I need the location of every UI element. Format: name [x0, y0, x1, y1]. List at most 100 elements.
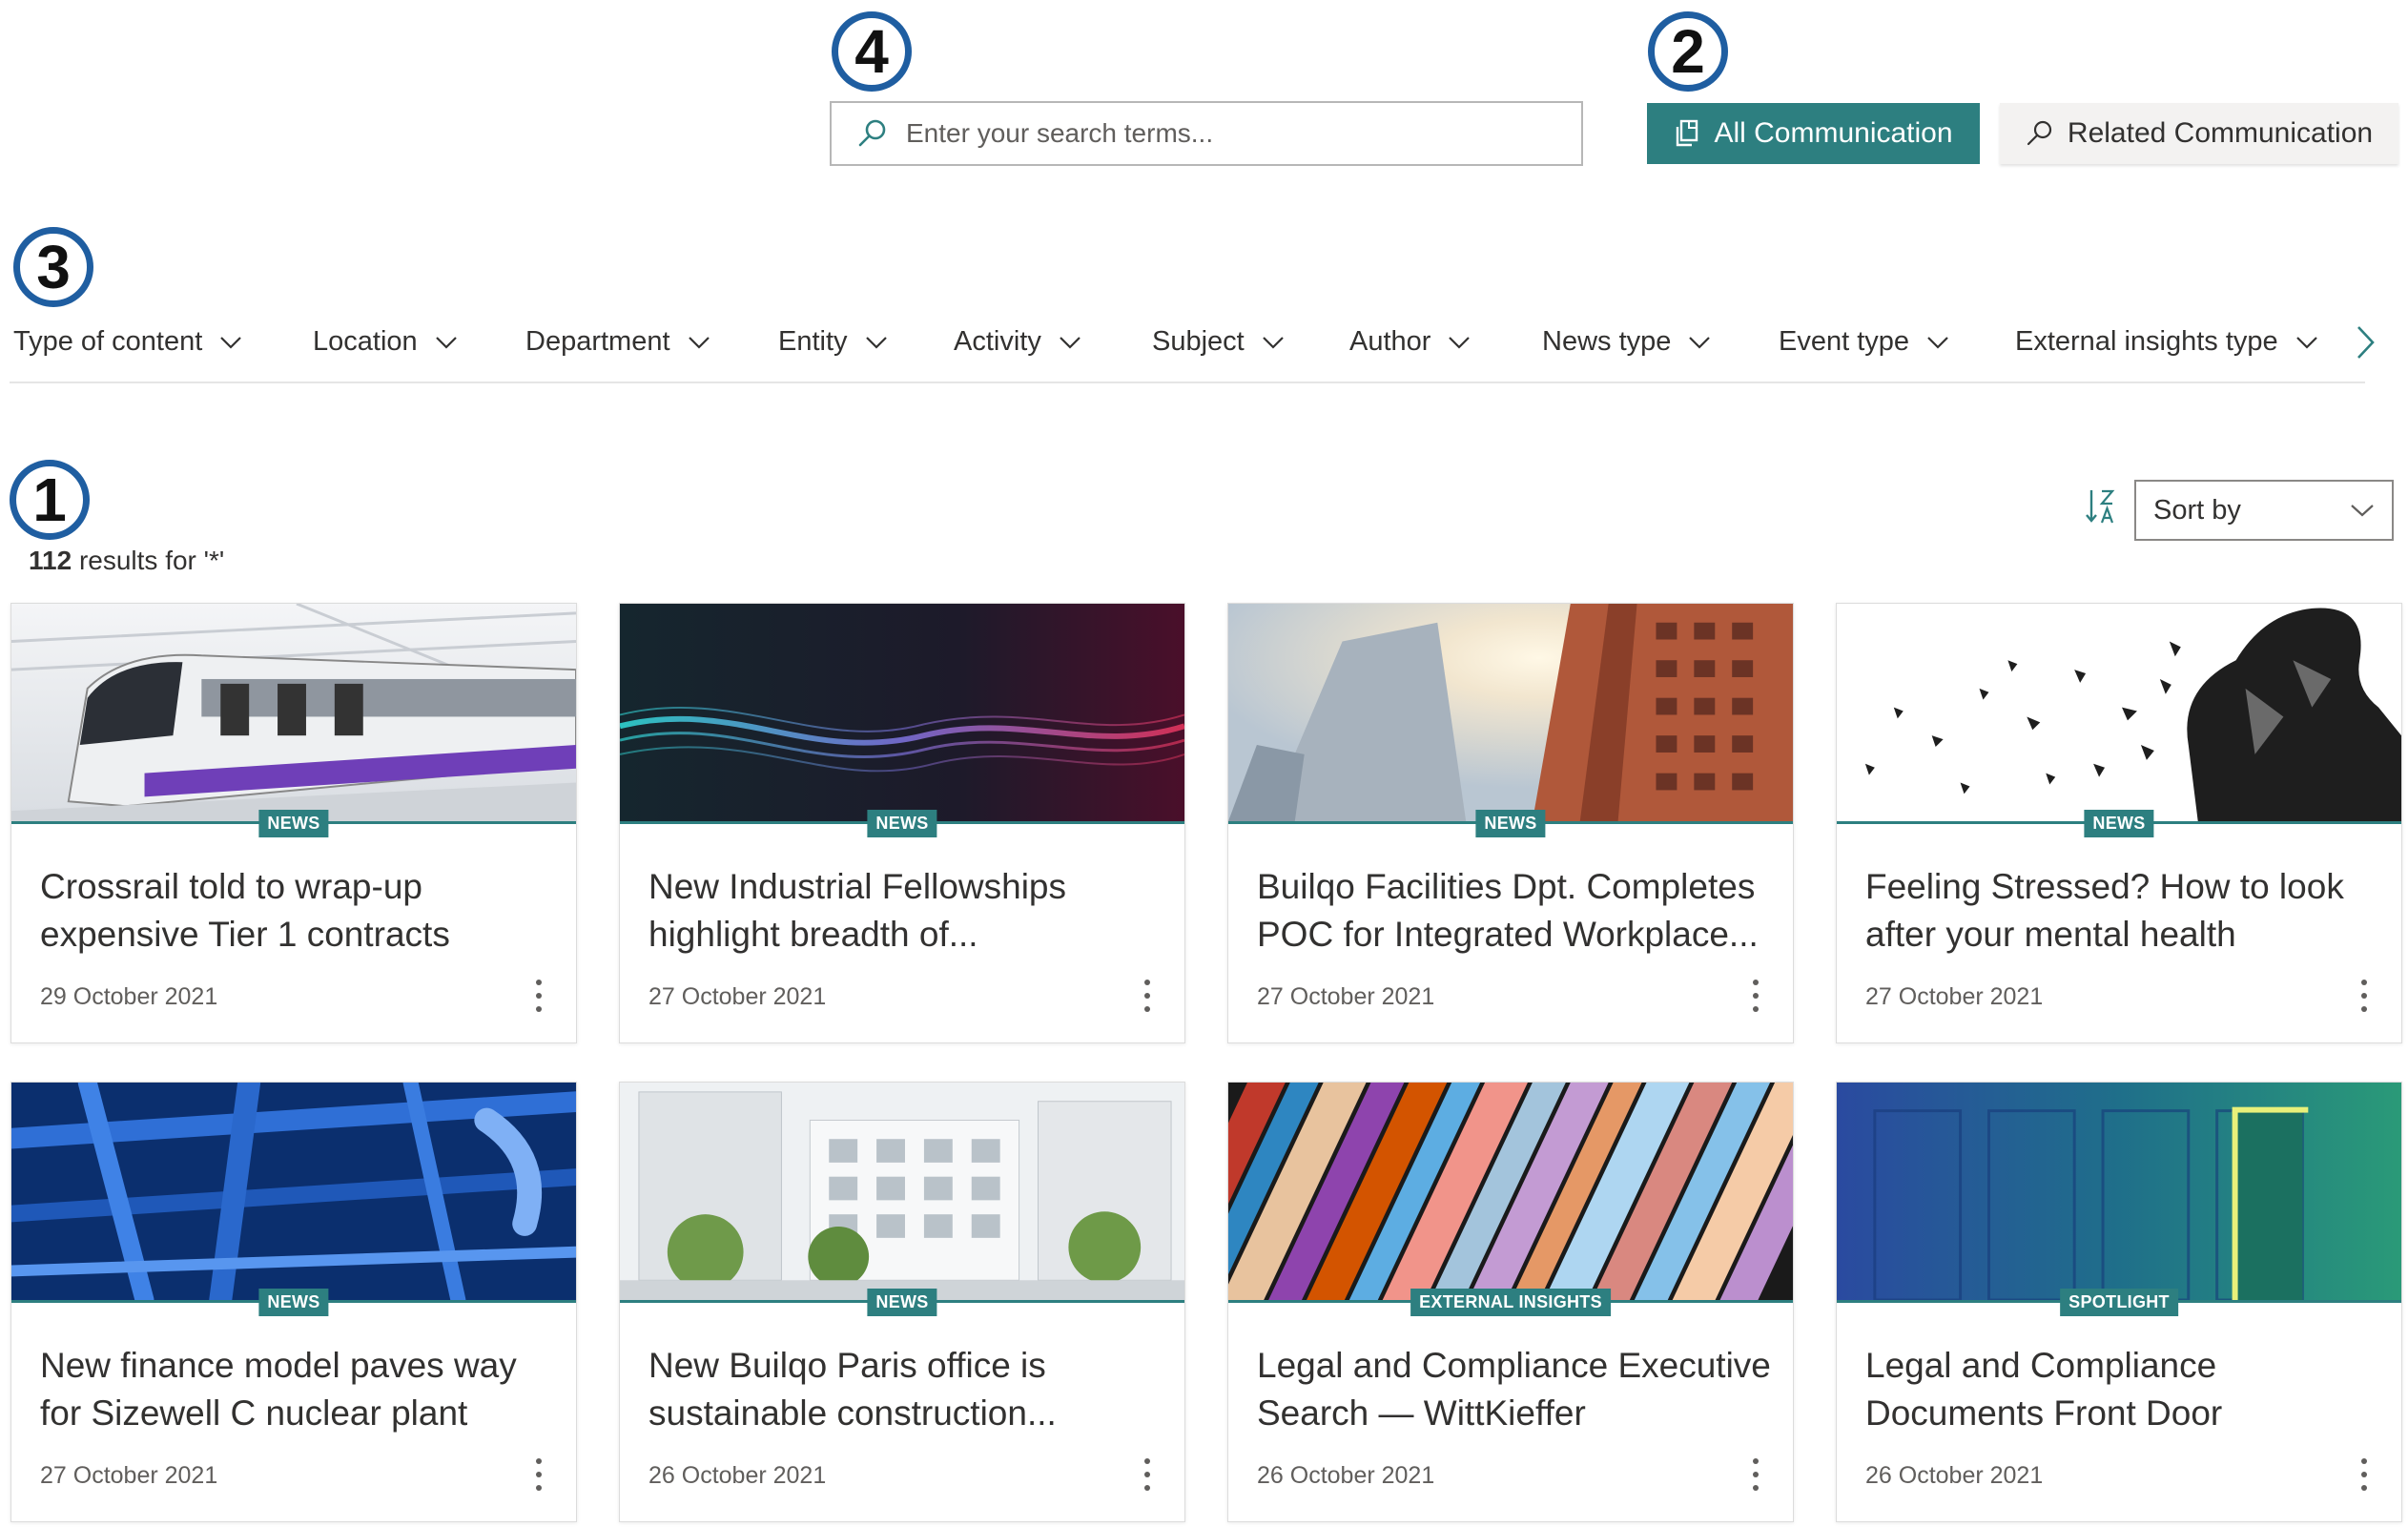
card-title[interactable]: New Builqo Paris office is sustainable c…: [648, 1342, 1163, 1437]
card-title[interactable]: New finance model paves way for Sizewell…: [40, 1342, 555, 1437]
card-title[interactable]: Builqo Facilities Dpt. Completes POC for…: [1257, 863, 1772, 959]
filter-department[interactable]: Department: [525, 326, 710, 358]
filter-label: Type of content: [13, 326, 203, 357]
content-type-badge: NEWS: [1475, 810, 1546, 837]
news-card[interactable]: NEWS New Industrial Fellowships highligh…: [619, 603, 1185, 1043]
card-title[interactable]: Crossrail told to wrap-up expensive Tier…: [40, 863, 555, 959]
card-date: 29 October 2021: [40, 983, 218, 1010]
search-input[interactable]: [904, 102, 1581, 165]
chevron-down-icon: [435, 336, 457, 349]
related-communication-label: Related Communication: [2067, 117, 2374, 149]
filter-bar: Type of content Location Department Enti…: [10, 315, 2365, 383]
more-options-icon[interactable]: [1751, 1456, 1760, 1493]
content-type-badge: NEWS: [867, 1289, 937, 1316]
card-image-doors: [1837, 1083, 2401, 1303]
content-type-badge: SPOTLIGHT: [2060, 1289, 2178, 1316]
filter-author[interactable]: Author: [1349, 326, 1471, 358]
related-communication-button[interactable]: Related Communication: [2000, 103, 2398, 164]
results-number: 112: [29, 546, 72, 575]
card-date: 26 October 2021: [1865, 1462, 2044, 1489]
annotation-marker-1: 1: [10, 460, 90, 540]
card-date: 27 October 2021: [1257, 983, 1435, 1010]
news-card[interactable]: NEWS Feeling Stressed? How to look after…: [1836, 603, 2402, 1043]
more-options-icon[interactable]: [1142, 1456, 1152, 1493]
card-image-paris-office: [620, 1083, 1184, 1303]
chevron-down-icon: [2295, 336, 2317, 349]
news-card[interactable]: NEWS Crossrail told to wrap-up expensive…: [10, 603, 577, 1043]
documents-icon: [1677, 119, 1698, 147]
more-options-icon[interactable]: [534, 978, 544, 1014]
filter-label: External insights type: [2015, 326, 2278, 357]
filter-label: Subject: [1152, 326, 1245, 357]
filter-entity[interactable]: Entity: [778, 326, 888, 358]
chevron-down-icon: [1262, 336, 1284, 349]
more-options-icon[interactable]: [1751, 978, 1760, 1014]
sort-by-label: Sort by: [2153, 494, 2241, 526]
filter-news-type[interactable]: News type: [1542, 326, 1711, 358]
chevron-down-icon: [688, 336, 710, 349]
news-card[interactable]: NEWS New finance model paves way for Siz…: [10, 1082, 577, 1522]
content-type-badge: NEWS: [2084, 810, 2154, 837]
chevron-down-icon: [1689, 336, 1711, 349]
more-options-icon[interactable]: [2359, 978, 2369, 1014]
more-options-icon[interactable]: [534, 1456, 544, 1493]
results-count: 112 results for '*': [29, 546, 224, 576]
filter-label: Author: [1349, 326, 1431, 357]
chevron-down-icon: [220, 336, 242, 349]
sort-by-dropdown[interactable]: Sort by: [2134, 480, 2394, 541]
content-type-badge: NEWS: [258, 1289, 329, 1316]
filter-label: Location: [313, 326, 418, 357]
news-card[interactable]: NEWS Builqo Facilities Dpt. Completes PO…: [1227, 603, 1794, 1043]
filter-type-of-content[interactable]: Type of content: [13, 326, 242, 358]
card-title[interactable]: Feeling Stressed? How to look after your…: [1865, 863, 2380, 959]
card-title[interactable]: Legal and Compliance Executive Search — …: [1257, 1342, 1772, 1437]
card-image-train: [11, 604, 576, 824]
card-title[interactable]: New Industrial Fellowships highlight bre…: [648, 863, 1163, 959]
card-image-waves: [620, 604, 1184, 824]
filter-event-type[interactable]: Event type: [1779, 326, 1949, 358]
card-date: 26 October 2021: [1257, 1462, 1435, 1489]
card-image-books: [1228, 1083, 1793, 1303]
chevron-down-icon: [865, 336, 887, 349]
annotation-marker-3: 3: [13, 227, 93, 307]
filter-label: News type: [1542, 326, 1672, 357]
all-communication-button[interactable]: All Communication: [1647, 103, 1980, 164]
filter-label: Department: [525, 326, 670, 357]
chevron-down-icon: [2351, 505, 2374, 517]
card-date: 26 October 2021: [648, 1462, 827, 1489]
news-card[interactable]: EXTERNAL INSIGHTS Legal and Compliance E…: [1227, 1082, 1794, 1522]
marker-number: 3: [36, 233, 71, 301]
content-type-badge: EXTERNAL INSIGHTS: [1410, 1289, 1611, 1316]
card-date: 27 October 2021: [1865, 983, 2044, 1010]
filter-location[interactable]: Location: [313, 326, 458, 358]
news-card[interactable]: SPOTLIGHT Legal and Compliance Documents…: [1836, 1082, 2402, 1522]
news-card[interactable]: NEWS New Builqo Paris office is sustaina…: [619, 1082, 1185, 1522]
filter-external-insights-type[interactable]: External insights type: [2015, 326, 2318, 358]
chevron-down-icon: [1060, 336, 1081, 349]
all-communication-label: All Communication: [1714, 117, 1953, 149]
card-image-pipes: [11, 1083, 576, 1303]
card-date: 27 October 2021: [40, 1462, 218, 1489]
content-type-badge: NEWS: [867, 810, 937, 837]
more-options-icon[interactable]: [1142, 978, 1152, 1014]
card-date: 27 October 2021: [648, 983, 827, 1010]
search-icon: [2027, 120, 2052, 146]
search-box[interactable]: [830, 101, 1583, 166]
marker-number: 2: [1671, 17, 1705, 86]
sort-az-icon: [2086, 489, 2115, 524]
filters-scroll-right-button[interactable]: [2356, 324, 2377, 365]
card-title[interactable]: Legal and Compliance Documents Front Doo…: [1865, 1342, 2380, 1437]
card-image-shattered-figure: [1837, 604, 2401, 824]
sort-direction-button[interactable]: [2085, 486, 2117, 531]
filter-label: Entity: [778, 326, 848, 357]
card-image-buildings: [1228, 604, 1793, 824]
more-options-icon[interactable]: [2359, 1456, 2369, 1493]
search-icon: [858, 119, 886, 147]
filter-label: Activity: [954, 326, 1041, 357]
results-suffix: results for '*': [72, 546, 225, 575]
filter-activity[interactable]: Activity: [954, 326, 1081, 358]
annotation-marker-2: 2: [1648, 11, 1728, 92]
chevron-down-icon: [1449, 336, 1471, 349]
marker-number: 1: [32, 465, 67, 534]
filter-subject[interactable]: Subject: [1152, 326, 1285, 358]
